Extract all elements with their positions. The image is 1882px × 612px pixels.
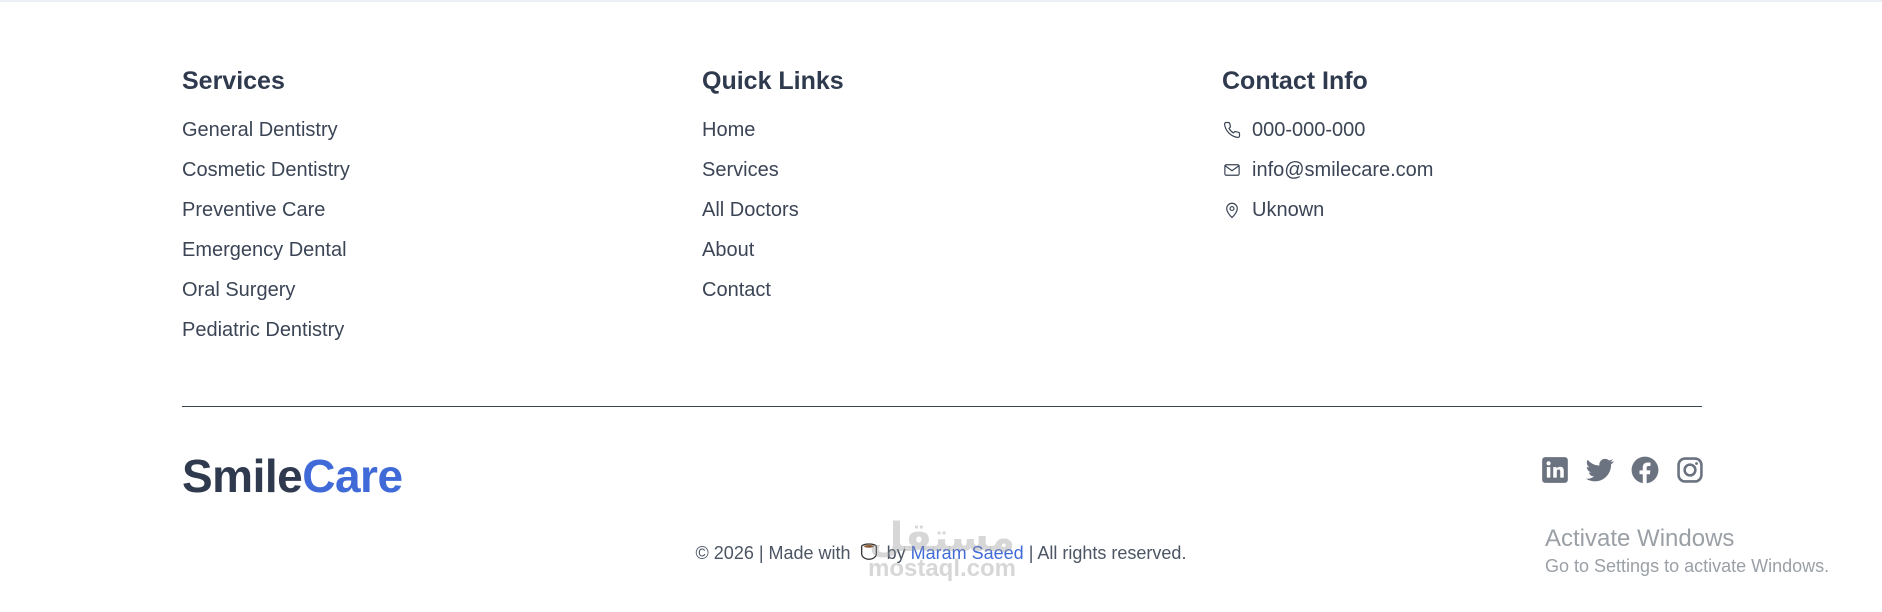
services-heading: Services (182, 67, 285, 95)
quick-links-list: Home Services All Doctors About Contact (702, 118, 844, 302)
activate-windows-title: Activate Windows (1545, 525, 1735, 552)
services-item[interactable]: Preventive Care (182, 198, 350, 222)
quick-links-item[interactable]: Services (702, 158, 844, 182)
site-watermark: مستقل mostaql.com (858, 518, 1026, 582)
watermark-text: mostaql.com (867, 555, 1017, 582)
quick-links-column: Quick Links Home Services All Doctors Ab… (702, 66, 844, 318)
contact-heading: Contact Info (1222, 67, 1368, 95)
contact-address-item: Uknown (1222, 198, 1433, 222)
instagram-icon[interactable] (1676, 456, 1704, 484)
quick-links-item[interactable]: Home (702, 118, 844, 142)
footer-divider (182, 406, 1702, 407)
linkedin-icon[interactable] (1541, 456, 1569, 484)
activate-windows-subtitle: Go to Settings to activate Windows. (1545, 556, 1830, 576)
services-link-oral-surgery[interactable]: Oral Surgery (182, 278, 295, 302)
services-list: General Dentistry Cosmetic Dentistry Pre… (182, 118, 350, 342)
contact-list: 000-000-000 info@smilecare.com Uknown (1222, 118, 1433, 222)
quick-link-services[interactable]: Services (702, 158, 779, 182)
quick-link-contact[interactable]: Contact (702, 278, 771, 302)
brand-logo-care: Care (302, 450, 403, 502)
services-link-cosmetic-dentistry[interactable]: Cosmetic Dentistry (182, 158, 350, 182)
services-link-preventive-care[interactable]: Preventive Care (182, 198, 325, 222)
contact-address-text: Uknown (1252, 199, 1325, 221)
phone-icon (1222, 120, 1242, 140)
copyright-suffix: | All rights reserved. (1028, 543, 1187, 563)
quick-links-item[interactable]: All Doctors (702, 198, 844, 222)
contact-column: Contact Info 000-000-000 info@smilecare.… (1222, 66, 1433, 238)
quick-links-item[interactable]: Contact (702, 278, 844, 302)
quick-link-all-doctors[interactable]: All Doctors (702, 198, 799, 222)
services-link-pediatric-dentistry[interactable]: Pediatric Dentistry (182, 318, 344, 342)
facebook-icon[interactable] (1631, 456, 1659, 484)
mail-icon (1222, 160, 1242, 180)
brand-logo[interactable]: SmileCare (182, 448, 403, 504)
quick-links-item[interactable]: About (702, 238, 844, 262)
copyright-prefix: © 2026 | Made with (695, 543, 851, 563)
map-pin-icon (1222, 200, 1242, 220)
quick-link-about[interactable]: About (702, 238, 754, 262)
services-link-emergency-dental[interactable]: Emergency Dental (182, 238, 347, 262)
services-link-general-dentistry[interactable]: General Dentistry (182, 118, 338, 142)
quick-links-heading: Quick Links (702, 67, 844, 95)
services-column: Services General Dentistry Cosmetic Dent… (182, 66, 350, 358)
contact-email-text: info@smilecare.com (1252, 159, 1434, 181)
services-item[interactable]: Cosmetic Dentistry (182, 158, 350, 182)
contact-phone-item: 000-000-000 (1222, 118, 1433, 142)
services-item[interactable]: Pediatric Dentistry (182, 318, 350, 342)
services-item[interactable]: General Dentistry (182, 118, 350, 142)
brand-logo-smile: Smile (182, 450, 303, 502)
services-item[interactable]: Oral Surgery (182, 278, 350, 302)
header-bottom-edge (0, 0, 1882, 2)
activate-windows-overlay: Activate Windows Go to Settings to activ… (1545, 524, 1829, 578)
services-item[interactable]: Emergency Dental (182, 238, 350, 262)
watermark-glyphs: مستقل (868, 515, 1016, 561)
quick-link-home[interactable]: Home (702, 118, 755, 142)
contact-phone-text: 000-000-000 (1252, 119, 1366, 141)
social-links (1541, 456, 1704, 484)
contact-email-item: info@smilecare.com (1222, 158, 1433, 182)
twitter-icon[interactable] (1586, 456, 1614, 484)
